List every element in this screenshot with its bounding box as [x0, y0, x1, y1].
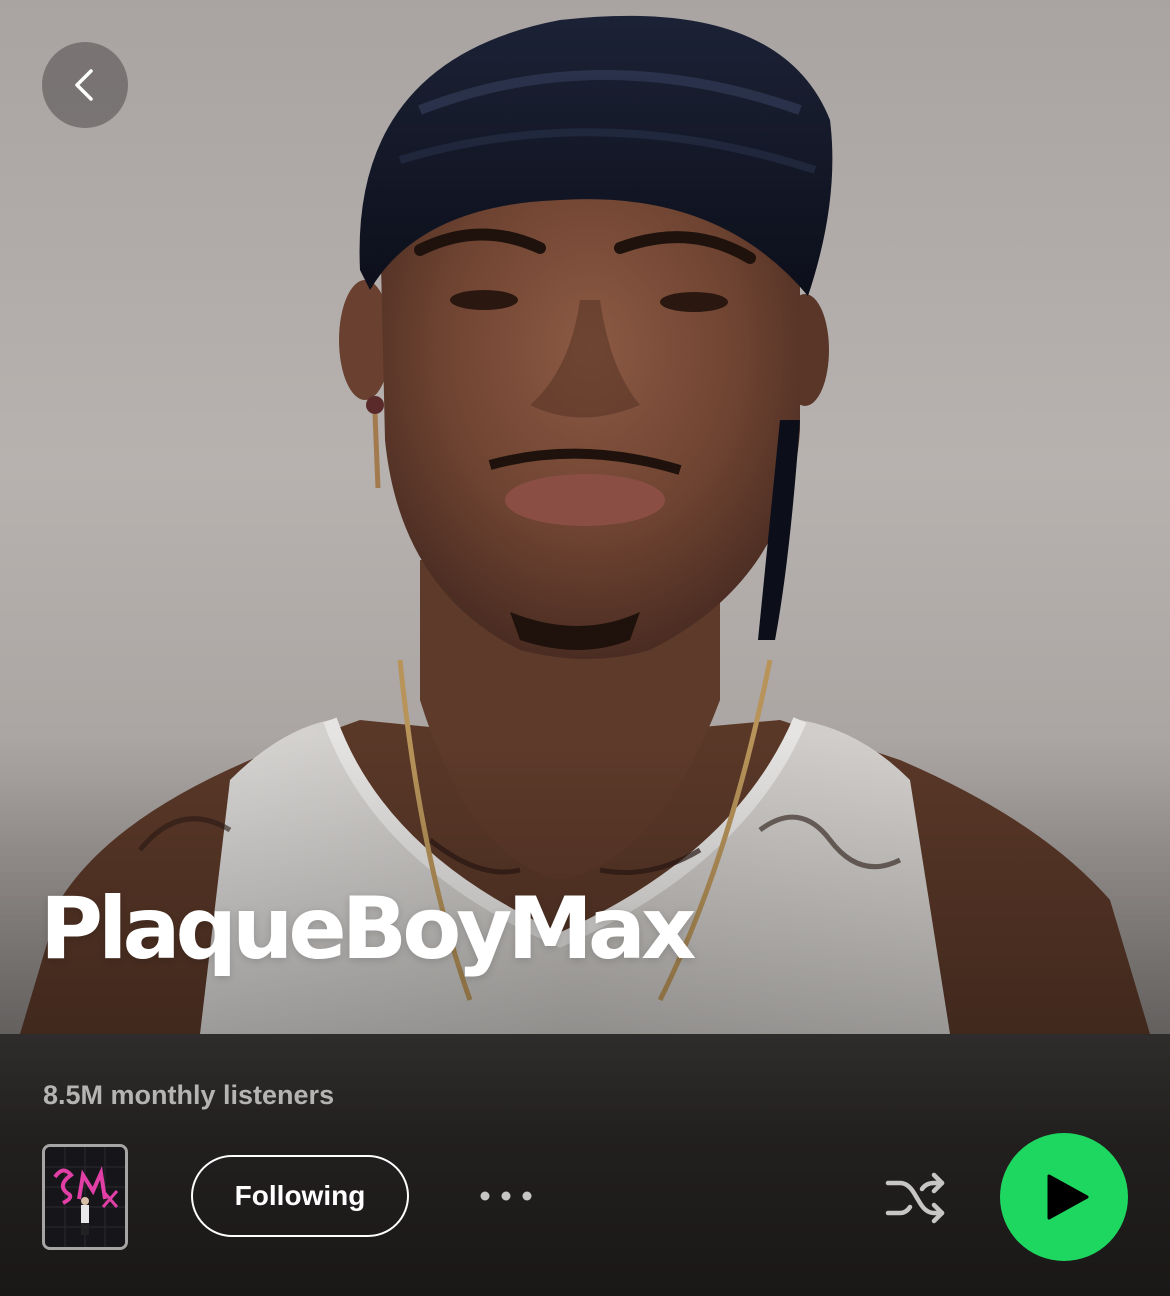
- chevron-left-icon: [75, 69, 93, 101]
- artist-name: PlaqueBoyMax: [40, 879, 696, 979]
- artist-page: PlaqueBoyMax 8.5M monthly listeners Foll…: [0, 0, 1170, 1296]
- artist-controls-panel: 8.5M monthly listeners Following: [0, 1034, 1170, 1296]
- latest-release-cover[interactable]: [42, 1144, 128, 1250]
- more-options-icon: [480, 1191, 532, 1201]
- back-button[interactable]: [42, 42, 128, 128]
- artist-hero: PlaqueBoyMax: [0, 0, 1170, 1034]
- album-art: [45, 1147, 125, 1247]
- shuffle-button[interactable]: [880, 1166, 952, 1230]
- more-options-button[interactable]: [470, 1164, 542, 1228]
- play-icon: [1047, 1174, 1089, 1220]
- shuffle-icon: [885, 1172, 945, 1224]
- following-button[interactable]: Following: [191, 1155, 409, 1237]
- monthly-listeners: 8.5M monthly listeners: [43, 1080, 335, 1110]
- play-button[interactable]: [1000, 1133, 1128, 1261]
